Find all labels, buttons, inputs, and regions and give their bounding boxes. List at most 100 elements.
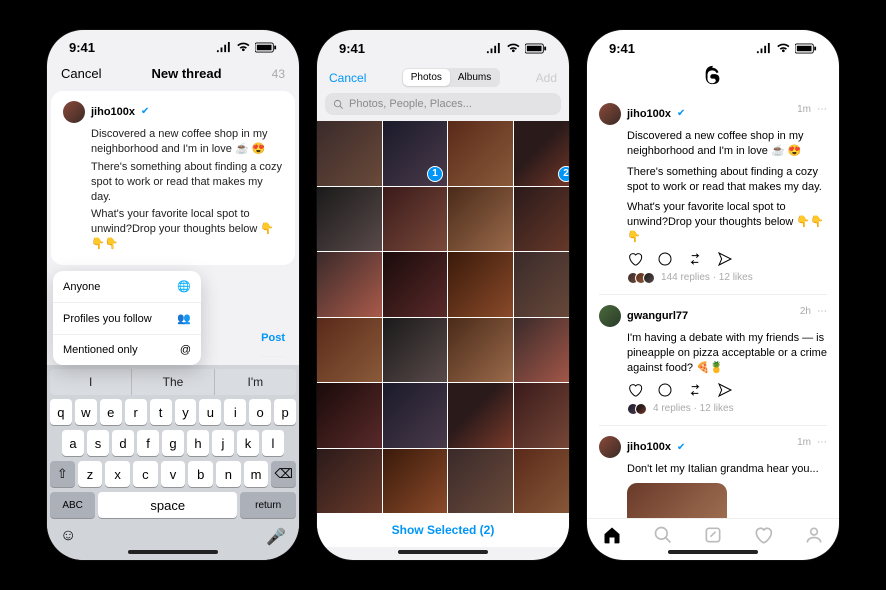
key-j[interactable]: j <box>212 430 234 456</box>
suggest-2[interactable]: The <box>132 369 214 395</box>
search-input[interactable]: Photos, People, Places... <box>325 93 561 115</box>
photo-tile[interactable] <box>383 383 448 448</box>
photo-tile[interactable] <box>514 187 570 252</box>
post-button[interactable]: Post <box>261 321 285 357</box>
repost-icon[interactable] <box>687 382 703 398</box>
facepile[interactable] <box>627 403 647 415</box>
photo-tile[interactable] <box>514 449 570 514</box>
share-icon[interactable] <box>717 251 733 267</box>
tab-profile[interactable] <box>789 525 839 545</box>
photo-tile[interactable] <box>448 449 513 514</box>
cancel-button[interactable]: Cancel <box>329 71 366 85</box>
key-y[interactable]: y <box>175 399 197 425</box>
photo-tile[interactable] <box>448 252 513 317</box>
more-icon[interactable]: ⋯ <box>817 436 827 450</box>
menu-anyone[interactable]: Anyone 🌐 <box>53 271 201 303</box>
avatar[interactable] <box>599 436 621 458</box>
compose-text-1[interactable]: Discovered a new coffee shop in my neigh… <box>91 127 283 157</box>
key-x[interactable]: x <box>105 461 130 487</box>
photo-tile[interactable]: 1 <box>383 121 448 186</box>
emoji-icon[interactable]: ☺ <box>60 527 76 547</box>
key-return[interactable]: return <box>240 492 296 518</box>
key-b[interactable]: b <box>188 461 213 487</box>
post-stats[interactable]: 4 replies · 12 likes <box>653 402 734 416</box>
key-c[interactable]: c <box>133 461 158 487</box>
key-f[interactable]: f <box>137 430 159 456</box>
more-icon[interactable]: ⋯ <box>817 305 827 319</box>
tab-home[interactable] <box>587 525 637 545</box>
key-m[interactable]: m <box>244 461 269 487</box>
key-backspace[interactable]: ⌫ <box>271 461 296 487</box>
key-e[interactable]: e <box>100 399 122 425</box>
photo-tile[interactable] <box>448 187 513 252</box>
key-k[interactable]: k <box>237 430 259 456</box>
seg-albums[interactable]: Albums <box>450 69 499 86</box>
comment-icon[interactable] <box>657 251 673 267</box>
key-h[interactable]: h <box>187 430 209 456</box>
threads-logo-icon[interactable] <box>587 60 839 93</box>
comment-icon[interactable] <box>657 382 673 398</box>
add-button[interactable]: Add <box>536 71 557 85</box>
key-v[interactable]: v <box>161 461 186 487</box>
avatar[interactable] <box>63 101 85 123</box>
key-shift[interactable]: ⇧ <box>50 461 75 487</box>
username[interactable]: gwangurl77 <box>627 309 688 324</box>
home-indicator[interactable] <box>398 550 488 554</box>
photo-tile[interactable] <box>317 449 382 514</box>
photo-tile[interactable] <box>448 318 513 383</box>
username[interactable]: jiho100x <box>91 105 135 120</box>
key-u[interactable]: u <box>199 399 221 425</box>
suggest-3[interactable]: I'm <box>215 369 296 395</box>
key-g[interactable]: g <box>162 430 184 456</box>
post-stats[interactable]: 144 replies · 12 likes <box>661 271 753 285</box>
cancel-button[interactable]: Cancel <box>61 66 101 81</box>
key-n[interactable]: n <box>216 461 241 487</box>
key-p[interactable]: p <box>274 399 296 425</box>
username[interactable]: jiho100x <box>627 440 671 455</box>
menu-mentioned[interactable]: Mentioned only @ <box>53 335 201 365</box>
more-icon[interactable]: ⋯ <box>817 103 827 117</box>
photo-tile[interactable] <box>514 318 570 383</box>
photo-tile[interactable] <box>448 121 513 186</box>
photo-tile[interactable]: 2 <box>514 121 570 186</box>
username[interactable]: jiho100x <box>627 107 671 122</box>
tab-search[interactable] <box>637 525 687 545</box>
photo-tile[interactable] <box>448 383 513 448</box>
photo-tile[interactable] <box>317 252 382 317</box>
suggest-1[interactable]: I <box>50 369 132 395</box>
facepile[interactable] <box>627 272 655 284</box>
photo-tile[interactable] <box>317 121 382 186</box>
photo-tile[interactable] <box>383 449 448 514</box>
key-t[interactable]: t <box>150 399 172 425</box>
key-s[interactable]: s <box>87 430 109 456</box>
photo-tile[interactable] <box>317 187 382 252</box>
home-indicator[interactable] <box>128 550 218 554</box>
photo-tile[interactable] <box>383 318 448 383</box>
home-indicator[interactable] <box>668 550 758 554</box>
avatar[interactable] <box>599 305 621 327</box>
photo-tile[interactable] <box>317 383 382 448</box>
key-z[interactable]: z <box>78 461 103 487</box>
seg-photos[interactable]: Photos <box>403 69 450 86</box>
photo-tile[interactable] <box>383 252 448 317</box>
key-space[interactable]: space <box>98 492 237 518</box>
photo-tile[interactable] <box>514 383 570 448</box>
tab-compose[interactable] <box>688 525 738 545</box>
key-w[interactable]: w <box>75 399 97 425</box>
key-i[interactable]: i <box>224 399 246 425</box>
key-a[interactable]: a <box>62 430 84 456</box>
compose-text-3[interactable]: What's your favorite local spot to unwin… <box>91 207 283 252</box>
like-icon[interactable] <box>627 251 643 267</box>
key-r[interactable]: r <box>125 399 147 425</box>
key-o[interactable]: o <box>249 399 271 425</box>
compose-text-2[interactable]: There's something about finding a cozy s… <box>91 160 283 205</box>
feed[interactable]: jiho100x ✔ 1m⋯ Discovered a new coffee s… <box>587 93 839 518</box>
post-image[interactable] <box>627 483 727 518</box>
menu-follow[interactable]: Profiles you follow 👥 <box>53 303 201 335</box>
like-icon[interactable] <box>627 382 643 398</box>
key-abc[interactable]: ABC <box>50 492 95 518</box>
key-q[interactable]: q <box>50 399 72 425</box>
photo-tile[interactable] <box>317 318 382 383</box>
key-l[interactable]: l <box>262 430 284 456</box>
photo-tile[interactable] <box>383 187 448 252</box>
